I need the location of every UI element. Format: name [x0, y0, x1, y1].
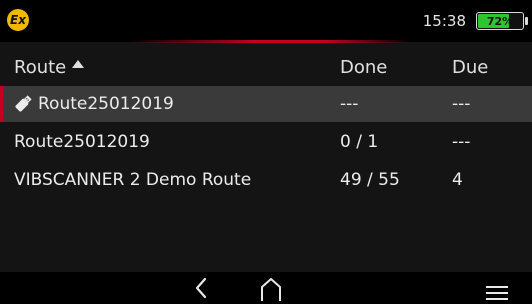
column-header-done[interactable]: Done — [340, 57, 387, 78]
sort-ascending-icon — [72, 60, 85, 68]
back-icon[interactable] — [190, 276, 214, 300]
route-name: Route25012019 — [14, 132, 150, 152]
battery-terminal — [525, 17, 528, 25]
battery-icon: 72% — [476, 12, 524, 30]
clock: 15:38 — [422, 12, 466, 30]
column-header-due[interactable]: Due — [452, 57, 488, 78]
route-name: VIBSCANNER 2 Demo Route — [14, 170, 252, 190]
menu-icon[interactable] — [484, 276, 510, 300]
table-header: Route Done Due — [0, 52, 532, 86]
route-done: 49 / 55 — [340, 170, 400, 190]
route-due: 4 — [452, 170, 463, 190]
column-header-route[interactable]: Route — [14, 57, 85, 78]
header-accent-line — [130, 40, 410, 43]
battery-percentage: 72% — [486, 14, 514, 28]
status-bar: Ex 15:38 72% — [0, 0, 532, 42]
usb-stick-icon — [15, 94, 32, 112]
route-name-cell: Route25012019 — [14, 94, 174, 114]
table-row[interactable]: Route25012019 0 / 1 --- — [0, 124, 532, 160]
table-row[interactable]: Route25012019 --- --- — [0, 86, 532, 122]
route-due: --- — [452, 94, 471, 114]
table-row[interactable]: VIBSCANNER 2 Demo Route 49 / 55 4 — [0, 162, 532, 198]
home-icon[interactable] — [258, 276, 284, 302]
column-header-route-label: Route — [14, 57, 67, 78]
route-name: Route25012019 — [38, 94, 174, 114]
navigation-bar — [0, 272, 532, 304]
route-due: --- — [452, 132, 471, 152]
route-done: --- — [340, 94, 359, 114]
ex-certification-icon: Ex — [7, 9, 29, 31]
route-done: 0 / 1 — [340, 132, 379, 152]
